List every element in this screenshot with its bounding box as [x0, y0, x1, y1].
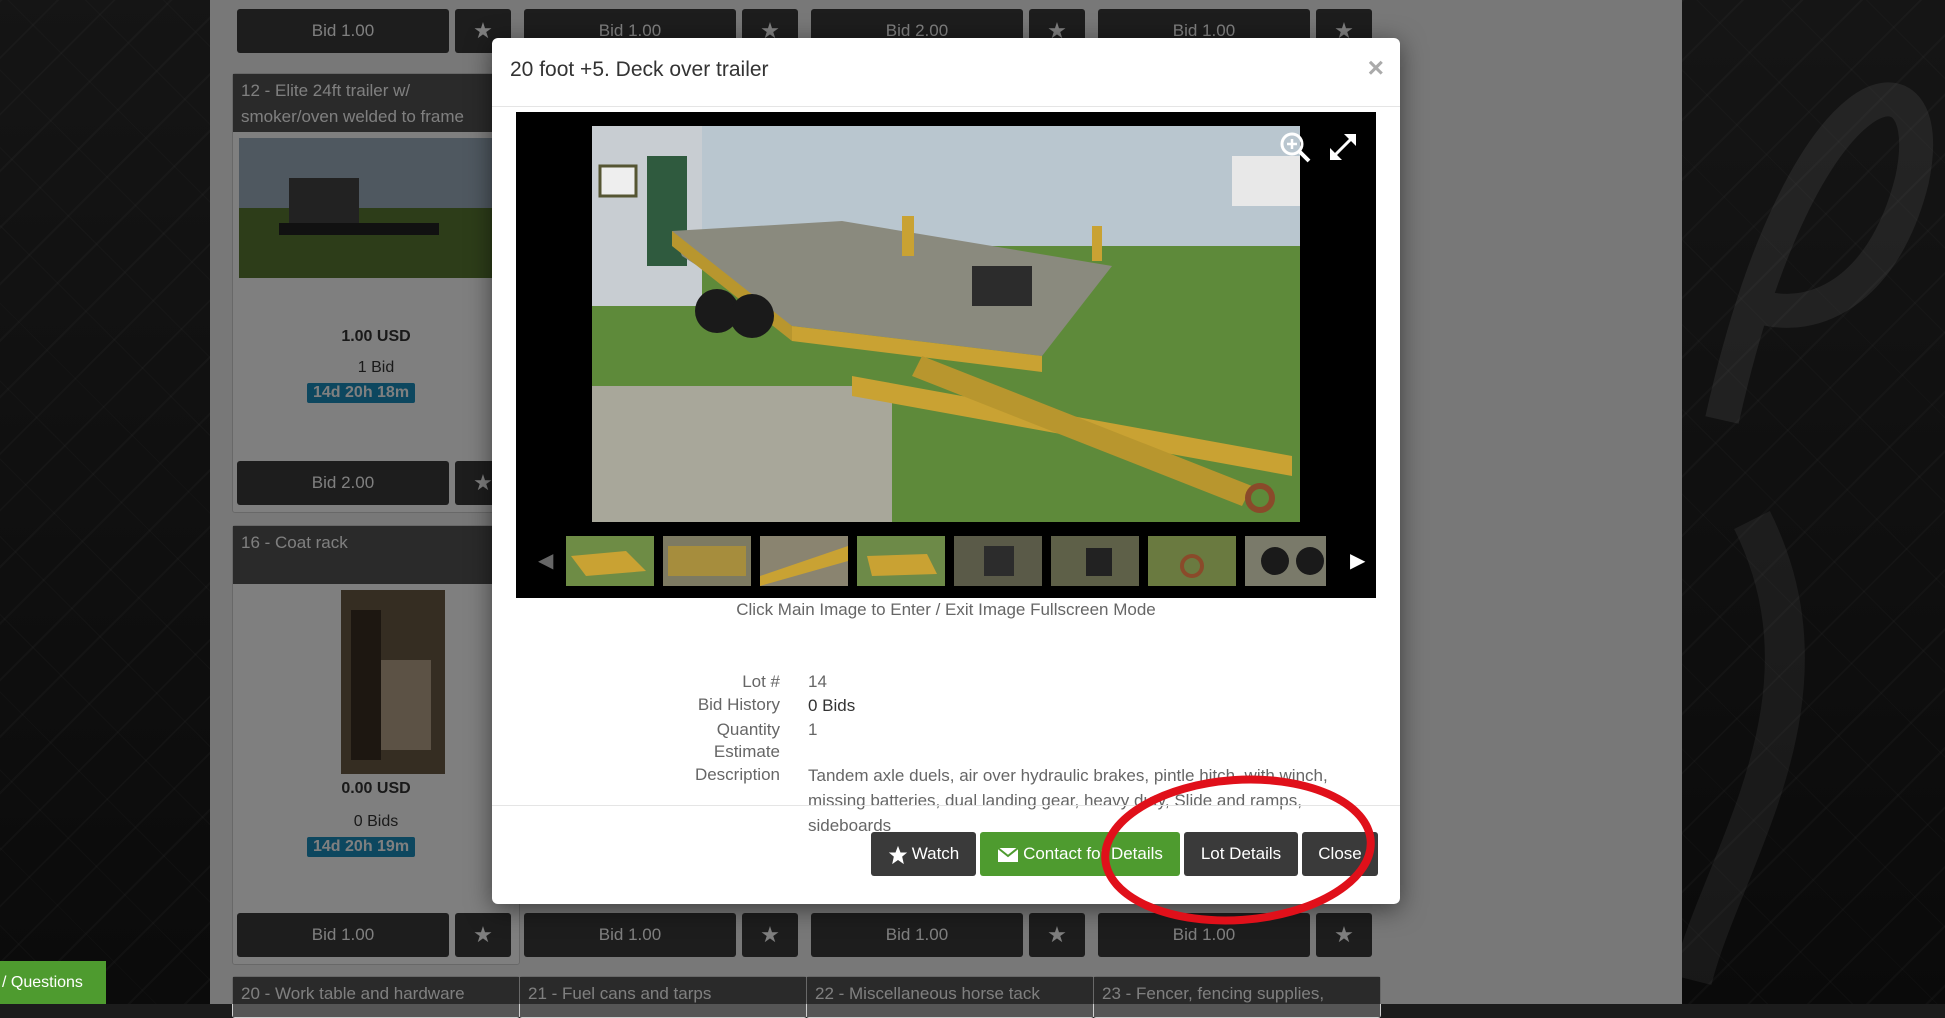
questions-tab[interactable]: / Questions — [0, 961, 106, 1004]
main-lot-image[interactable] — [592, 126, 1300, 522]
lot-number-label: Lot # — [742, 672, 780, 691]
estimate-label: Estimate — [713, 742, 780, 761]
watch-button-label: Watch — [911, 844, 960, 863]
gallery-thumbnail[interactable] — [1148, 536, 1236, 586]
image-gallery: ◀ ▶ — [516, 112, 1376, 598]
fullscreen-hint: Click Main Image to Enter / Exit Image F… — [736, 600, 1156, 619]
fullscreen-icon[interactable] — [1326, 130, 1360, 164]
chevron-right-icon[interactable]: ▶ — [1350, 548, 1365, 573]
description-label: Description — [694, 765, 780, 784]
zoom-in-icon[interactable] — [1278, 130, 1312, 164]
envelope-icon — [997, 846, 1019, 862]
gallery-thumbnail[interactable] — [1051, 536, 1139, 586]
quantity-label: Quantity — [716, 720, 780, 739]
gallery-thumbnail[interactable] — [954, 536, 1042, 586]
bid-history-link[interactable]: 0 Bids — [808, 696, 855, 716]
gallery-thumbnail[interactable] — [857, 536, 945, 586]
gallery-thumbnail[interactable] — [663, 536, 751, 586]
annotation-red-circle — [1101, 775, 1375, 925]
divider — [492, 106, 1400, 107]
watch-button[interactable]: Watch — [871, 832, 976, 876]
thumbnail-strip — [566, 536, 1326, 586]
gallery-thumbnail[interactable] — [566, 536, 654, 586]
close-icon[interactable]: × — [1368, 52, 1384, 84]
lot-number-value: 14 — [808, 672, 827, 691]
bid-history-label: Bid History — [697, 695, 780, 714]
chevron-left-icon[interactable]: ◀ — [538, 548, 553, 573]
gallery-thumbnail[interactable] — [1245, 536, 1326, 586]
gallery-thumbnail[interactable] — [760, 536, 848, 586]
star-icon — [888, 845, 907, 864]
quantity-value: 1 — [808, 720, 818, 739]
modal-title: 20 foot +5. Deck over trailer — [510, 58, 769, 81]
